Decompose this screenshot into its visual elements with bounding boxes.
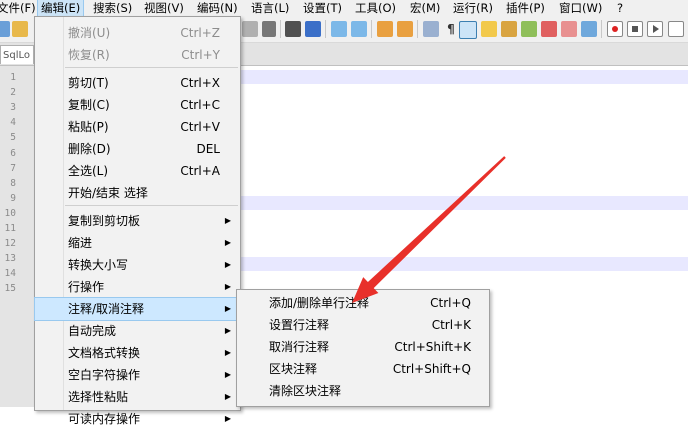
menu-item-label: 可读内存操作 [68, 412, 141, 426]
submenu-arrow-icon: ▶ [224, 414, 231, 423]
edit-menu-item[interactable]: 可读内存操作 ▶ [35, 408, 240, 430]
arrow-shape [352, 156, 506, 303]
red-arrow-annotation [352, 156, 506, 303]
